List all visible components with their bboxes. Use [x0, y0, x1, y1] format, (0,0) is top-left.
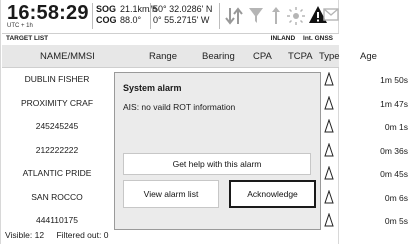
target-name: ATLANTIC PRIDE	[22, 168, 92, 178]
latitude: 50° 32.0286' N	[153, 4, 213, 14]
divider	[92, 3, 93, 29]
cog-value: 88.0°	[120, 15, 142, 25]
column-header-age[interactable]: Age	[360, 51, 377, 62]
utc-offset: UTC + 1h	[7, 23, 33, 29]
sog-value: 21.1km/h	[120, 4, 158, 14]
target-name: DUBLIN FISHER	[24, 74, 90, 84]
inland-tag: INLAND	[270, 35, 296, 42]
visible-count: 12	[34, 230, 45, 240]
target-age: 0m 5s	[384, 216, 408, 226]
target-name: 444110175	[36, 215, 78, 225]
status-bar: 16:58:29 UTC + 1h SOG 21.1km/h COG 88.0° 5…	[1, 0, 340, 32]
filtered-count: 0	[103, 230, 109, 240]
target-age: 1m 50s	[380, 75, 408, 85]
column-header-cpa[interactable]: CPA	[253, 51, 272, 62]
filter-icon[interactable]	[248, 6, 264, 26]
page-title: TARGET LIST	[6, 35, 49, 42]
alarm-message: AIS: no vaild ROT information	[123, 102, 236, 112]
position-readout: 50° 32.0286' N 0° 55.2715' W	[153, 4, 212, 26]
acknowledge-button[interactable]: Acknowledge	[229, 180, 316, 208]
gnss-tag: Int. GNSS	[303, 35, 333, 42]
column-header-range[interactable]: Range	[149, 51, 177, 62]
ais-target-icon	[324, 142, 334, 156]
sog-key: SOG	[96, 4, 117, 14]
target-name: 245245245	[35, 121, 79, 131]
visible-label: Visible:	[5, 230, 33, 240]
column-header-bearing[interactable]: Bearing	[202, 51, 235, 62]
target-name: PROXIMITY CRAF	[20, 97, 94, 108]
sort-arrows-icon[interactable]	[225, 6, 243, 26]
target-age: 0m 6s	[384, 192, 408, 203]
cog-key: COG	[96, 15, 117, 25]
target-age: 1m 47s	[380, 98, 408, 109]
divider	[150, 3, 151, 29]
list-footer: Visible: 12 Filtered out: 0	[5, 230, 108, 240]
mail-icon[interactable]	[323, 8, 339, 22]
filtered-label: Filtered out:	[56, 230, 102, 240]
ais-target-icon	[324, 166, 334, 180]
alarm-title: System alarm	[123, 83, 182, 93]
get-help-button[interactable]: Get help with this alarm	[123, 153, 311, 175]
header-extension	[339, 45, 420, 67]
target-list-titlebar: TARGET LIST INLAND Int. GNSS	[2, 33, 339, 45]
target-age: 0m 45s	[380, 169, 408, 179]
target-name: 212222222	[35, 144, 79, 155]
column-header-name[interactable]: NAME/MMSI	[40, 51, 95, 62]
target-name: SAN ROCCO	[31, 191, 83, 202]
divider	[219, 3, 220, 29]
table-header: NAME/MMSI Range Bearing CPA TCPA Type	[2, 45, 340, 68]
ais-target-icon	[324, 189, 334, 203]
clock-time: 16:58:29	[7, 2, 89, 24]
ais-target-icon	[324, 95, 334, 109]
status-tags: INLAND Int. GNSS	[265, 35, 333, 42]
anchor-icon[interactable]	[269, 6, 283, 26]
device-screen: 16:58:29 UTC + 1h SOG 21.1km/h COG 88.0° 5…	[0, 0, 420, 244]
sog-cog-readout: SOG 21.1km/h COG 88.0°	[96, 4, 157, 26]
column-header-type[interactable]: Type	[319, 51, 340, 62]
target-age: 0m 1s	[384, 122, 408, 132]
ais-target-icon	[324, 119, 334, 133]
target-age: 0m 36s	[380, 145, 408, 156]
view-alarm-list-button[interactable]: View alarm list	[123, 180, 219, 208]
ais-target-icon	[324, 72, 334, 86]
system-alarm-dialog: System alarm AIS: no vaild ROT informati…	[114, 72, 321, 230]
column-header-tcpa[interactable]: TCPA	[288, 51, 313, 62]
longitude: 0° 55.2715' W	[153, 15, 210, 25]
ais-target-icon	[324, 213, 334, 227]
sun-icon[interactable]	[286, 6, 306, 26]
